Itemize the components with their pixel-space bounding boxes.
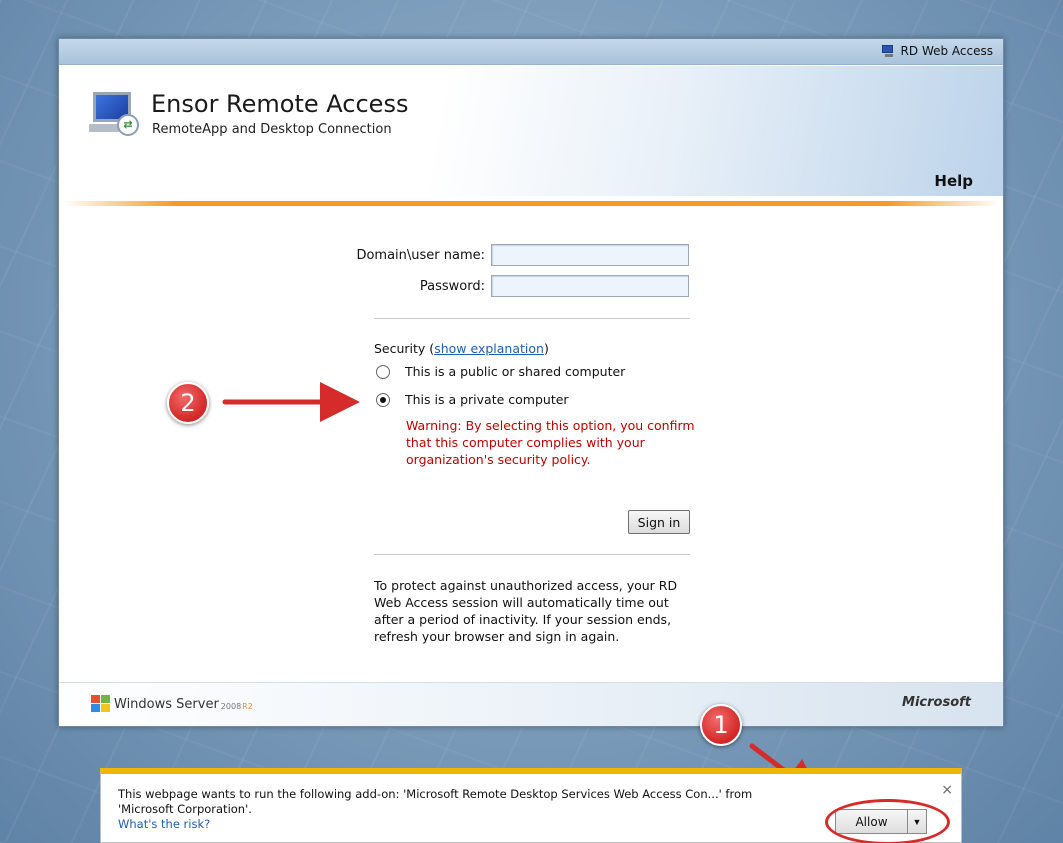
- windows-server-text: Windows Server: [114, 696, 219, 712]
- step-1-badge: 1: [700, 704, 742, 746]
- windows-flag-icon: [91, 695, 111, 713]
- private-computer-label: This is a private computer: [405, 392, 569, 407]
- public-computer-radio[interactable]: [376, 364, 390, 379]
- private-computer-warning: Warning: By selecting this option, you c…: [406, 418, 695, 467]
- close-icon[interactable]: ×: [941, 782, 953, 798]
- windows-server-release: R2: [242, 701, 253, 711]
- highlight-ellipse: [825, 799, 950, 843]
- page-subtitle: RemoteApp and Desktop Connection: [152, 122, 392, 137]
- rd-web-access-window: RD Web Access ⇄ Ensor Remote Access Remo…: [58, 38, 1004, 727]
- divider: [374, 318, 690, 319]
- rd-web-access-link[interactable]: RD Web Access: [881, 44, 993, 58]
- windows-server-version: 2008: [220, 701, 242, 711]
- page-header: ⇄ Ensor Remote Access RemoteApp and Desk…: [59, 66, 1003, 196]
- sign-in-button[interactable]: Sign in: [628, 510, 690, 534]
- rd-web-access-label: RD Web Access: [900, 44, 993, 58]
- security-prefix: Security (: [374, 341, 435, 356]
- top-bar: RD Web Access: [59, 39, 1003, 65]
- private-computer-radio[interactable]: [376, 392, 390, 407]
- username-input[interactable]: [491, 244, 689, 266]
- public-computer-label: This is a public or shared computer: [405, 364, 626, 379]
- username-label: Domain\user name:: [356, 248, 485, 263]
- page-title: Ensor Remote Access: [151, 90, 409, 118]
- divider: [374, 554, 690, 555]
- remote-desktop-icon: ⇄: [89, 88, 141, 138]
- page-footer: Windows Server 2008 R2 Microsoft: [59, 682, 1003, 726]
- microsoft-logo: Microsoft: [902, 695, 971, 710]
- public-computer-option[interactable]: This is a public or shared computer: [376, 364, 625, 379]
- rd-web-access-icon: [881, 44, 896, 58]
- header-divider: [63, 201, 999, 206]
- whats-the-risk-link[interactable]: What's the risk?: [118, 817, 210, 831]
- password-input[interactable]: [491, 275, 689, 297]
- security-suffix: ): [543, 341, 549, 356]
- windows-server-logo: Windows Server 2008 R2: [91, 695, 253, 713]
- add-on-notification-bar: This webpage wants to run the following …: [100, 768, 962, 843]
- show-explanation-link[interactable]: show explanation: [434, 341, 544, 356]
- add-on-message: This webpage wants to run the following …: [118, 787, 753, 816]
- password-label: Password:: [419, 279, 485, 294]
- security-label: Security (show explanation): [374, 341, 549, 356]
- help-link[interactable]: Help: [934, 172, 973, 190]
- private-computer-option[interactable]: This is a private computer: [376, 392, 569, 407]
- timeout-note: To protect against unauthorized access, …: [374, 578, 678, 644]
- step-2-badge: 2: [167, 382, 209, 424]
